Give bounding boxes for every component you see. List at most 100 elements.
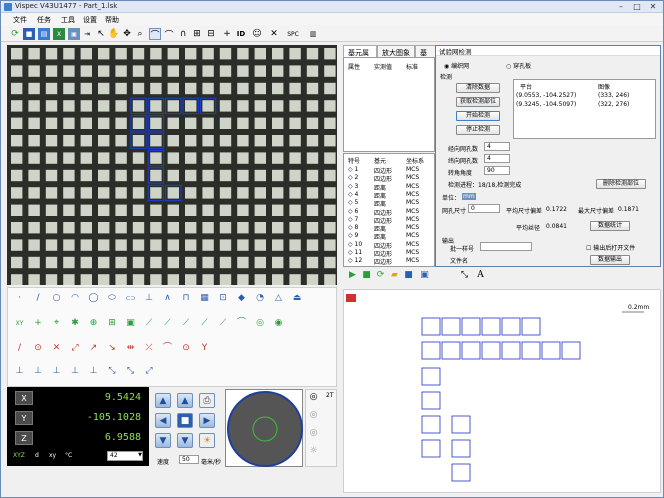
x-axis-button[interactable]: X — [15, 391, 33, 405]
minimize-icon[interactable]: – — [615, 2, 627, 11]
measure-tool-icon[interactable]: ◠ — [70, 293, 81, 304]
batch-input[interactable] — [480, 242, 532, 251]
view-icon[interactable]: ▣ — [419, 270, 430, 281]
layout-icon[interactable]: ▥ — [307, 28, 319, 40]
rotation-angle-input[interactable]: 90 — [484, 166, 510, 175]
measure-tool-icon[interactable]: ⇹ — [125, 343, 136, 354]
stop-icon[interactable]: ■ — [361, 270, 372, 281]
list-item[interactable]: ◇ 8 距离 MCS — [344, 224, 434, 233]
clear-data-button[interactable]: 清除数据 — [456, 83, 500, 93]
light-bulb-icon[interactable]: ☼ — [308, 446, 319, 457]
measure-tool-icon[interactable]: ⤢ — [144, 366, 155, 377]
person-icon[interactable]: ☺ — [251, 28, 263, 40]
jog-stop-button[interactable]: ■ — [177, 413, 193, 428]
dro-select[interactable]: 42 ▼ — [107, 451, 143, 461]
move-icon[interactable]: ✥ — [121, 28, 133, 40]
ring-light-icon[interactable]: ◎ — [308, 392, 319, 403]
measure-tool-icon[interactable]: ∧ — [162, 293, 173, 304]
align-tool-icon[interactable]: ⊟ — [205, 28, 217, 40]
menu-settings[interactable]: 设置 — [83, 15, 97, 25]
print-icon[interactable]: ▤ — [38, 28, 50, 40]
weft-count-input[interactable]: 4 — [484, 154, 510, 163]
jog-down-left-button[interactable]: ▼ — [155, 433, 171, 448]
axis-icon[interactable]: ⤡ — [459, 270, 470, 281]
jog-right-button[interactable]: ▶ — [199, 413, 215, 428]
maximize-icon[interactable]: □ — [631, 2, 643, 11]
list-item[interactable]: ◇ 9 距离 MCS — [344, 232, 434, 241]
crosshair-icon[interactable]: + — [221, 28, 233, 40]
save-program-icon[interactable]: ■ — [403, 270, 414, 281]
export-button[interactable]: 数据输出 — [590, 255, 630, 265]
measure-tool-icon[interactable]: ⊙ — [181, 343, 192, 354]
measure-tool-icon[interactable]: ⤫ — [144, 343, 155, 354]
stop-detect-button[interactable]: 停止检测 — [456, 125, 500, 135]
tools-icon[interactable]: ✕ — [268, 28, 280, 40]
measure-tool-icon[interactable]: △ — [273, 293, 284, 304]
list-item[interactable]: ◇ 6 四边形 MCS — [344, 208, 434, 217]
grid-tool-icon[interactable]: ⊞ — [191, 28, 203, 40]
list-item[interactable]: ◇ 7 四边形 MCS — [344, 216, 434, 225]
list-item[interactable]: ◇ 2 四边形 MCS — [344, 174, 434, 183]
measure-tool-icon[interactable]: ▦ — [199, 293, 210, 304]
dist-icon[interactable]: d — [35, 452, 39, 459]
spc-button[interactable]: SPC — [284, 28, 302, 40]
measure-tool-icon[interactable]: ◆ — [236, 293, 247, 304]
measure-tool-icon[interactable]: ⊡ — [218, 293, 229, 304]
statistics-button[interactable]: 数据统计 — [590, 221, 630, 231]
measure-tool-icon[interactable]: / — [14, 343, 25, 354]
y-axis-button[interactable]: Y — [15, 411, 33, 425]
open-after-export-checkbox[interactable]: ☐ 输出后打开文件 — [586, 243, 635, 252]
speed-input[interactable]: 50 — [179, 455, 199, 464]
measure-tool-icon[interactable]: ◉ — [273, 318, 284, 329]
print-stage-icon[interactable]: ⎙ — [199, 393, 215, 408]
graphic-view[interactable]: 0.2mm — [343, 289, 661, 493]
coax-light-icon[interactable]: ◎ — [308, 410, 319, 421]
measure-tool-icon[interactable]: ✱ — [70, 318, 81, 329]
list-item[interactable]: ◇ 12 四边形 MCS — [344, 257, 434, 266]
list-item[interactable]: ◇ 5 距离 MCS — [344, 199, 434, 208]
measure-tool-icon[interactable]: Y — [199, 343, 210, 354]
list-item[interactable]: ◇ 4 距离 MCS — [344, 191, 434, 200]
measure-tool-icon[interactable]: ⊞ — [107, 318, 118, 329]
arc-tool-icon[interactable]: ⌒ — [149, 28, 161, 41]
delete-position-button[interactable]: 删除检测部位 — [596, 179, 646, 189]
folder-icon[interactable]: ▰ — [389, 270, 400, 281]
measure-tool-icon[interactable]: + — [33, 318, 44, 329]
menu-file[interactable]: 文件 — [13, 15, 27, 25]
measure-tool-icon[interactable]: ⤡ — [125, 366, 136, 377]
measure-tool-icon[interactable]: ○ — [51, 293, 62, 304]
get-position-button[interactable]: 获取检测部位 — [456, 97, 500, 107]
measure-tool-icon[interactable]: ⊥ — [144, 293, 155, 304]
refresh-icon[interactable]: ⟳ — [9, 28, 21, 40]
measure-tool-icon[interactable]: ✕ — [51, 343, 62, 354]
tab-zoom-image[interactable]: 放大图象 — [377, 45, 415, 57]
measure-tool-icon[interactable]: ◎ — [255, 318, 266, 329]
temperature-icon[interactable]: °C — [65, 452, 72, 459]
measure-tool-icon[interactable]: ⌖ — [51, 318, 62, 329]
measure-tool-icon[interactable]: ⤡ — [107, 366, 118, 377]
measure-tool-icon[interactable]: ⏏ — [292, 293, 303, 304]
measure-tool-icon[interactable]: ⊕ — [88, 318, 99, 329]
save-icon[interactable]: ■ — [23, 28, 35, 40]
measure-tool-icon[interactable]: ⊂⊃ — [125, 293, 136, 304]
measure-tool-icon[interactable]: · — [14, 293, 25, 304]
light-icon[interactable]: ☀ — [199, 433, 215, 448]
measure-tool-icon[interactable]: ⌒ — [162, 343, 173, 354]
measure-tool-icon[interactable]: ⟋ — [181, 318, 192, 329]
measure-tool-icon[interactable]: ◯ — [88, 293, 99, 304]
jog-left-button[interactable]: ◀ — [155, 413, 171, 428]
measure-tool-icon[interactable]: ⤢ — [70, 343, 81, 354]
hand-icon[interactable]: ✋ — [108, 28, 120, 40]
measure-tool-icon[interactable]: ⌒ — [236, 318, 247, 329]
tab-feature[interactable]: 基元 — [415, 45, 437, 67]
list-item[interactable]: ◇ 3 距离 MCS — [344, 183, 434, 192]
excel-icon[interactable]: X — [53, 28, 65, 40]
loop-icon[interactable]: ⟳ — [375, 270, 386, 281]
radio-perforated[interactable]: ○ 穿孔板 — [506, 61, 531, 70]
curve-tool-icon[interactable]: ∩ — [177, 28, 189, 40]
measure-tool-icon[interactable]: ⊥ — [51, 366, 62, 377]
measure-tool-icon[interactable]: ↘ — [107, 343, 118, 354]
measure-tool-icon[interactable]: ⊙ — [33, 343, 44, 354]
measure-tool-icon[interactable]: ⟋ — [199, 318, 210, 329]
export-icon[interactable]: ⇥ — [81, 28, 93, 40]
